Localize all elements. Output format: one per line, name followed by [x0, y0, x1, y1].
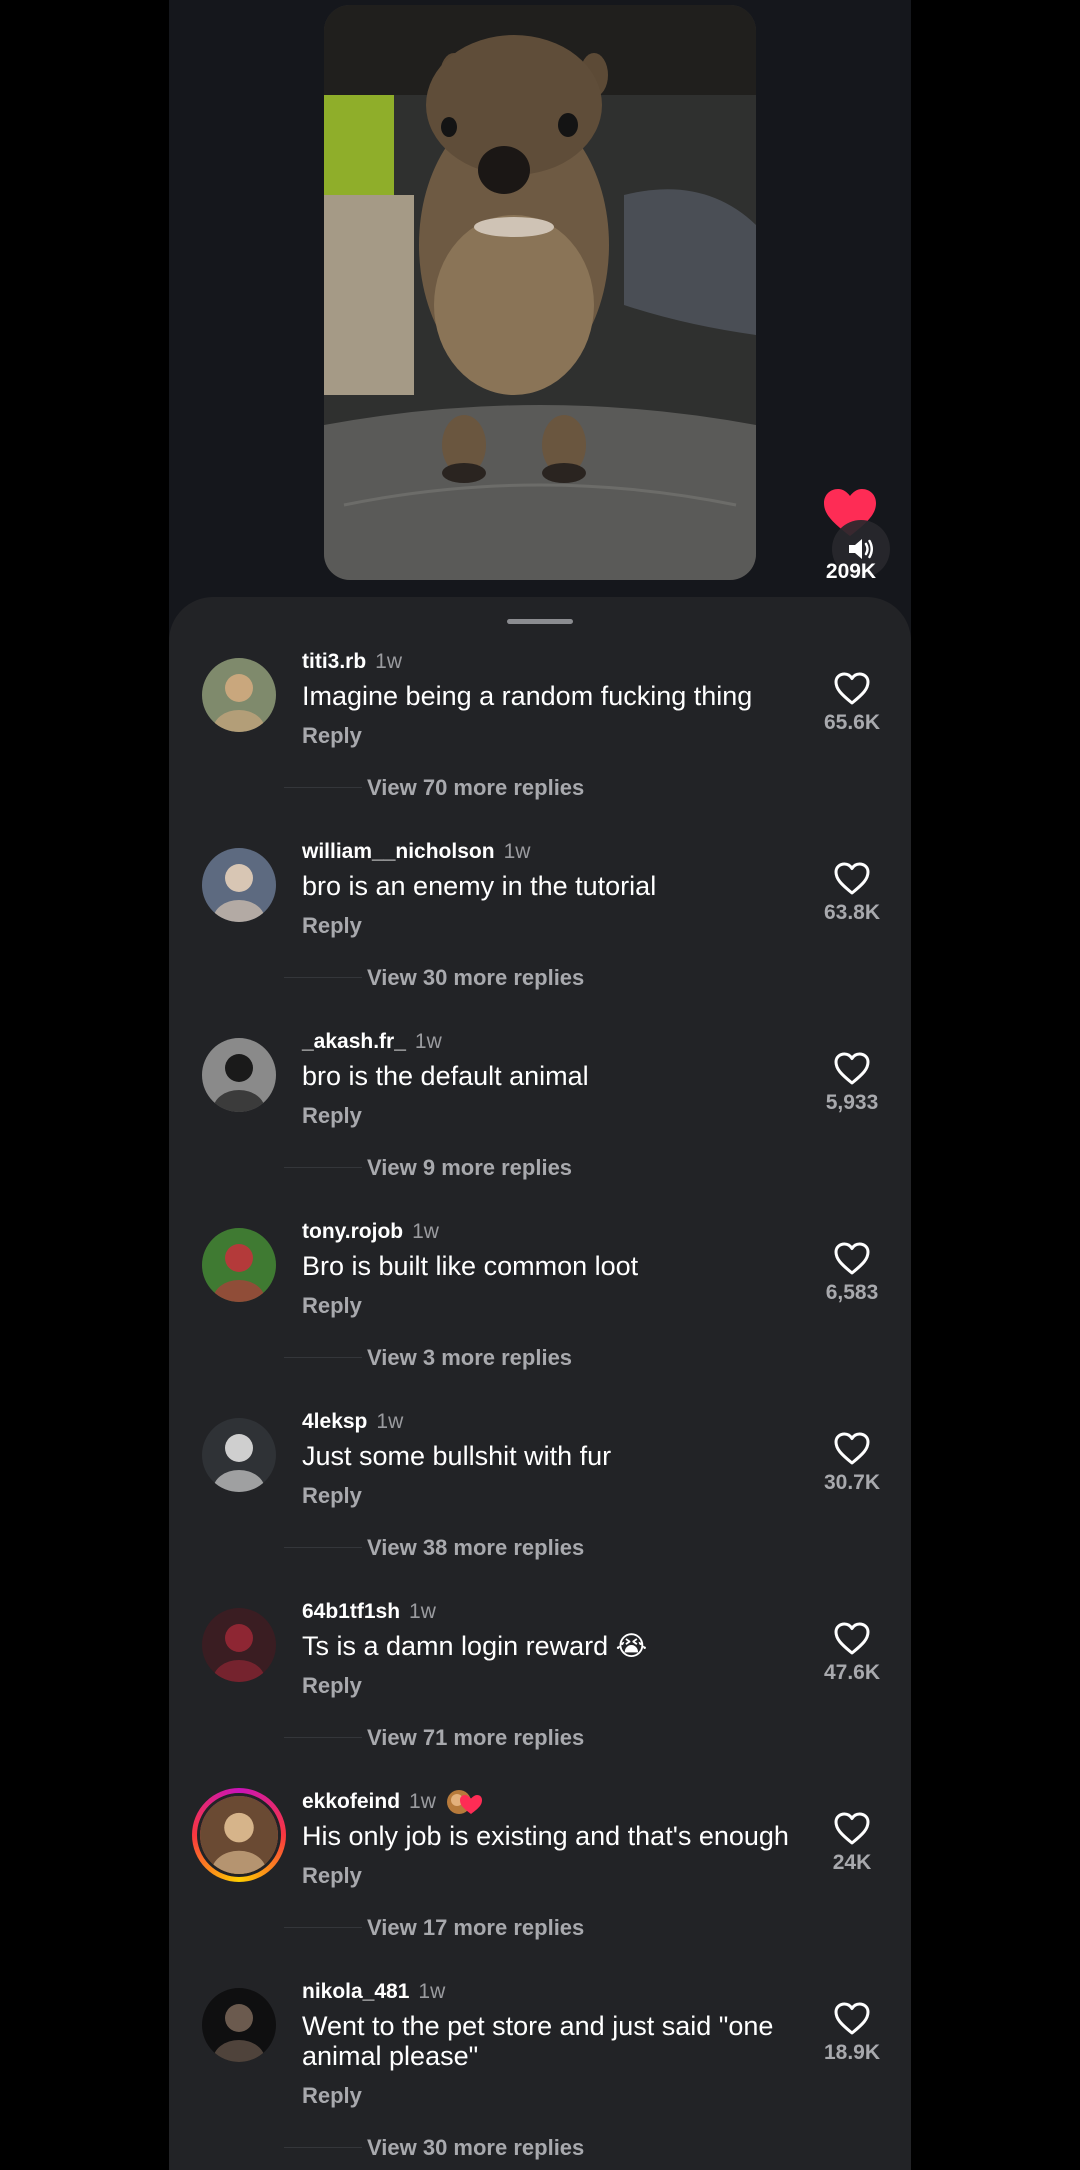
comment-like-count: 24K — [832, 1851, 872, 1874]
comment-like-count: 6,583 — [825, 1281, 879, 1304]
comment-text: bro is an enemy in the tutorial — [302, 871, 657, 901]
view-more-replies-button[interactable]: View 9 more replies — [367, 1155, 572, 1181]
comment-text: bro is the default animal — [302, 1061, 589, 1091]
heart-outline-icon[interactable] — [834, 862, 870, 896]
divider-line — [284, 977, 362, 978]
comment-text: Ts is a damn login reward 😭 — [302, 1631, 648, 1661]
divider-line — [284, 787, 362, 788]
comment-text: Went to the pet store and just said "one… — [302, 2011, 774, 2071]
avatar[interactable] — [202, 1228, 276, 1302]
comment-time: 1w — [412, 1220, 439, 1243]
comment-username[interactable]: _akash.fr_ — [302, 1030, 406, 1054]
view-more-replies-button[interactable]: View 30 more replies — [367, 2135, 584, 2161]
view-more-replies-button[interactable]: View 3 more replies — [367, 1345, 572, 1371]
view-more-replies-button[interactable]: View 70 more replies — [367, 775, 584, 801]
comment-text: Imagine being a random fucking thing — [302, 681, 753, 711]
comment-time: 1w — [376, 1410, 404, 1433]
avatar[interactable] — [202, 1988, 276, 2062]
video-player[interactable] — [324, 5, 756, 580]
comment-time: 1w — [414, 1030, 442, 1053]
comment-meta: 64b1tf1sh 1w — [302, 1597, 436, 1627]
reply-button[interactable]: Reply — [302, 1103, 362, 1129]
view-more-replies-button[interactable]: View 30 more replies — [367, 965, 584, 991]
reply-button[interactable]: Reply — [302, 1293, 362, 1319]
heart-outline-icon[interactable] — [834, 1622, 870, 1656]
avatar[interactable] — [202, 848, 276, 922]
comment-meta: 4leksp 1w — [302, 1407, 403, 1437]
view-more-replies-button[interactable]: View 71 more replies — [367, 1725, 584, 1751]
heart-outline-icon[interactable] — [834, 672, 870, 706]
comment-meta: nikola_481 1w — [302, 1977, 445, 2007]
reply-button[interactable]: Reply — [302, 1673, 362, 1699]
comment-username[interactable]: william__nicholson — [302, 840, 495, 864]
reply-button[interactable]: Reply — [302, 1483, 362, 1509]
comment-like-count: 30.7K — [823, 1471, 881, 1494]
heart-outline-icon[interactable] — [834, 1432, 870, 1466]
comment-like-count: 65.6K — [823, 711, 881, 734]
comment-time: 1w — [418, 1980, 446, 2003]
comment-meta: william__nicholson 1w — [302, 837, 530, 867]
comment-username[interactable]: nikola_481 — [302, 1980, 409, 2004]
comment-username[interactable]: tony.rojob — [302, 1220, 403, 1244]
avatar[interactable] — [192, 1788, 286, 1882]
divider-line — [284, 1737, 362, 1738]
comment-meta: _akash.fr_ 1w — [302, 1027, 442, 1057]
reply-button[interactable]: Reply — [302, 2083, 362, 2109]
video-frame-hyrax — [324, 5, 756, 580]
speaker-icon — [849, 539, 873, 559]
divider-line — [284, 2147, 362, 2148]
comment-like-count: 47.6K — [823, 1661, 881, 1684]
comment-like-count: 5,933 — [825, 1091, 879, 1114]
view-more-replies-button[interactable]: View 17 more replies — [367, 1915, 584, 1941]
comment-text: Just some bullshit with fur — [302, 1441, 612, 1471]
reply-button[interactable]: Reply — [302, 1863, 362, 1889]
avatar[interactable] — [202, 1418, 276, 1492]
app-screen: 209K titi3.rb 1w Imagine being a random … — [169, 0, 911, 2170]
comment-username[interactable]: 64b1tf1sh — [302, 1600, 400, 1624]
comment-time: 1w — [409, 1790, 436, 1813]
comment-meta: ekkofeind 1w — [302, 1787, 483, 1817]
comment-time: 1w — [503, 840, 531, 863]
divider-line — [284, 1927, 362, 1928]
comment-time: 1w — [375, 650, 403, 673]
comment-username[interactable]: titi3.rb — [302, 650, 366, 674]
divider-line — [284, 1547, 362, 1548]
reply-button[interactable]: Reply — [302, 913, 362, 939]
sheet-drag-handle[interactable] — [507, 619, 573, 624]
divider-line — [284, 1357, 362, 1358]
heart-outline-icon[interactable] — [834, 2002, 870, 2036]
comment-time: 1w — [409, 1600, 436, 1623]
comment-text: Bro is built like common loot — [302, 1251, 639, 1281]
comment-like-count: 18.9K — [823, 2041, 881, 2064]
heart-outline-icon[interactable] — [834, 1242, 870, 1276]
reply-button[interactable]: Reply — [302, 723, 362, 749]
avatar[interactable] — [202, 1608, 276, 1682]
comment-username[interactable]: ekkofeind — [302, 1790, 400, 1814]
sticker-icon — [445, 1787, 483, 1817]
comment-meta: titi3.rb 1w — [302, 647, 402, 677]
comment-text: His only job is existing and that's enou… — [302, 1821, 789, 1851]
comment-meta: tony.rojob 1w — [302, 1217, 439, 1247]
video-like-count: 209K — [825, 560, 877, 583]
heart-outline-icon[interactable] — [834, 1052, 870, 1086]
comment-username[interactable]: 4leksp — [302, 1410, 367, 1434]
view-more-replies-button[interactable]: View 38 more replies — [367, 1535, 584, 1561]
heart-outline-icon[interactable] — [834, 1812, 870, 1846]
avatar[interactable] — [202, 1038, 276, 1112]
comments-sheet: titi3.rb 1w Imagine being a random fucki… — [169, 597, 911, 2170]
avatar[interactable] — [202, 658, 276, 732]
comment-like-count: 63.8K — [823, 901, 881, 924]
divider-line — [284, 1167, 362, 1168]
